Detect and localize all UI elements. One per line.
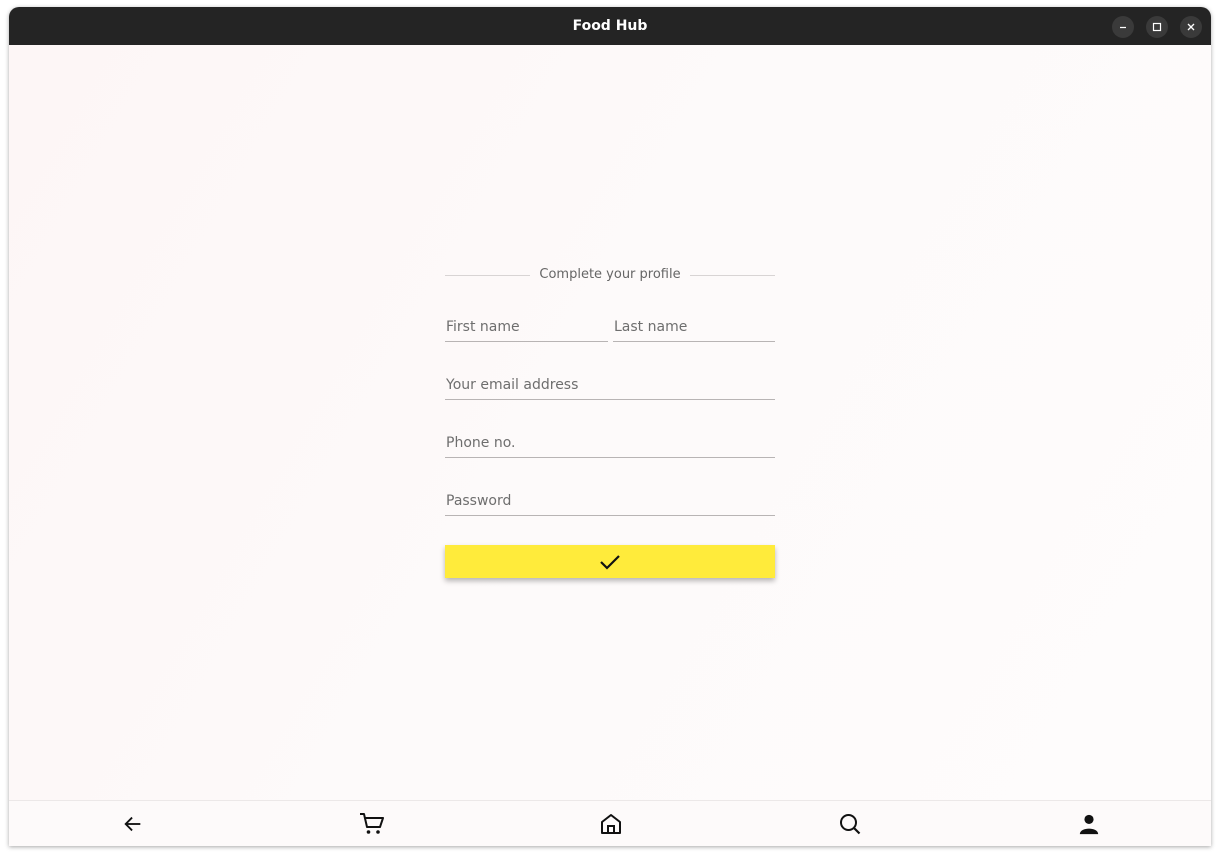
minimize-button[interactable] [1112,16,1134,38]
nav-search-button[interactable] [835,809,865,839]
password-field [445,486,775,516]
nav-home-button[interactable] [596,809,626,839]
back-arrow-icon [124,816,141,832]
last-name-input[interactable] [613,312,775,341]
account-icon [1079,814,1099,835]
app-window: Food Hub Complete your profile [9,7,1211,846]
password-input[interactable] [445,486,775,515]
maximize-icon [1152,22,1162,32]
phone-input[interactable] [445,428,775,457]
close-icon [1187,23,1195,31]
search-icon [840,814,861,835]
email-field [445,370,775,400]
cart-icon [360,813,384,834]
nav-account-button[interactable] [1074,809,1104,839]
nav-cart-button[interactable] [357,809,387,839]
title-bar: Food Hub [9,7,1211,45]
minimize-icon [1120,26,1126,29]
check-icon [600,554,620,570]
close-button[interactable] [1180,16,1202,38]
submit-button[interactable] [445,545,775,578]
divider [690,275,775,276]
main-content: Complete your profile [9,45,1211,800]
home-icon [601,814,621,834]
phone-field [445,428,775,458]
bottom-navigation [9,800,1211,846]
nav-back-button[interactable] [118,809,148,839]
last-name-field [613,312,775,342]
maximize-button[interactable] [1146,16,1168,38]
first-name-field [445,312,608,342]
first-name-input[interactable] [445,312,608,341]
email-input[interactable] [445,370,775,399]
form-heading: Complete your profile [445,267,775,283]
window-title: Food Hub [572,18,648,34]
